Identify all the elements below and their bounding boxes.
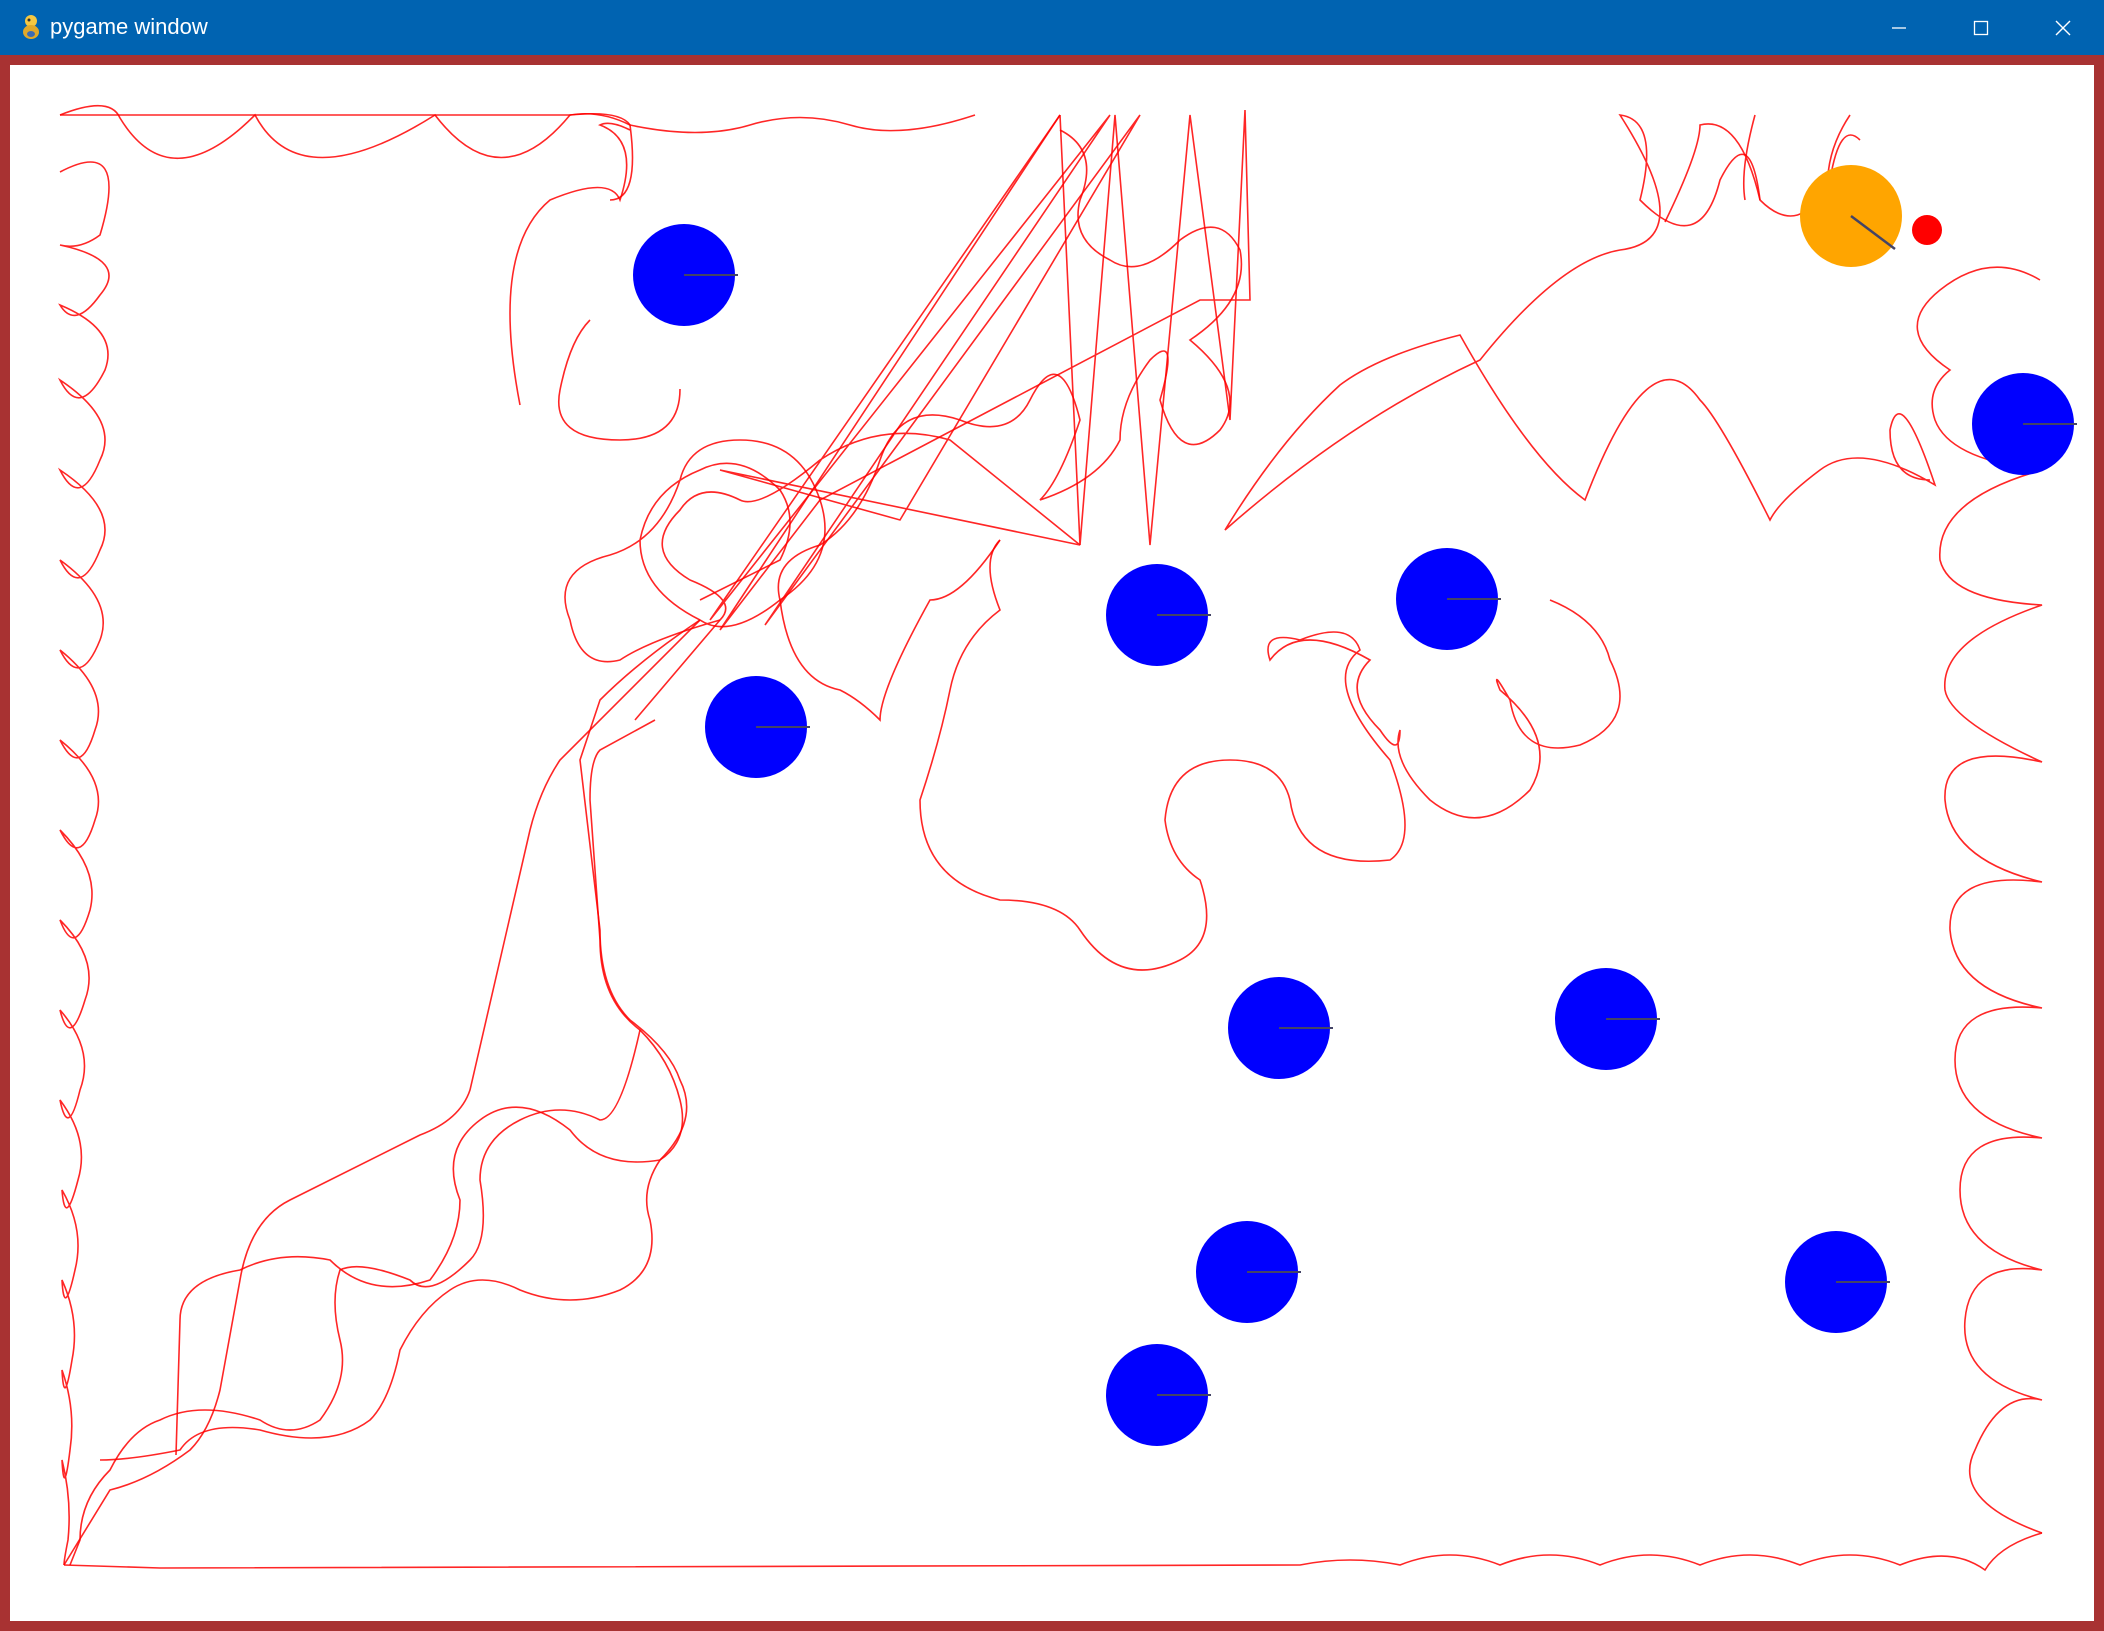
obstacle-6 [1228, 977, 1333, 1079]
trail-zigzag-1 [719, 109, 1251, 631]
trail-left-descent [99, 619, 701, 1461]
obstacle-8 [1196, 1221, 1301, 1323]
close-icon [2055, 20, 2071, 35]
maximize-button[interactable] [1940, 0, 2022, 55]
trail-center-right [919, 539, 1621, 971]
game-canvas[interactable] [10, 65, 2094, 1621]
obstacle-10 [1106, 1344, 1211, 1446]
obstacle-1 [633, 224, 738, 326]
minimize-button[interactable] [1858, 0, 1940, 55]
obstacles [633, 224, 2077, 1446]
title-bar[interactable]: pygame window [0, 0, 2104, 55]
trail-top-edge [60, 112, 976, 134]
obstacle-3 [1106, 564, 1211, 666]
obstacle-7 [1555, 968, 1660, 1070]
trail-left-wall [57, 161, 110, 1566]
close-button[interactable] [2022, 0, 2104, 55]
obstacle-2 [705, 676, 810, 778]
obstacle-9 [1785, 1231, 1890, 1333]
obstacle-4 [1396, 548, 1501, 650]
trail-left-descent-4 [69, 1029, 641, 1566]
trail-top-scallops [59, 104, 634, 201]
agent [1800, 165, 1902, 267]
trail-paths [57, 104, 2043, 1572]
window-title: pygame window [50, 14, 208, 39]
minimize-icon [1892, 26, 1906, 29]
trail-bottom-edge [63, 1532, 2043, 1572]
maximize-icon [1973, 20, 1989, 35]
target-dot [1912, 215, 1942, 245]
obstacle-5 [1972, 373, 2077, 475]
trail-left-descent-3 [175, 719, 684, 1456]
trail-left-descent-2 [63, 619, 701, 1566]
pygame-icon [23, 15, 39, 39]
